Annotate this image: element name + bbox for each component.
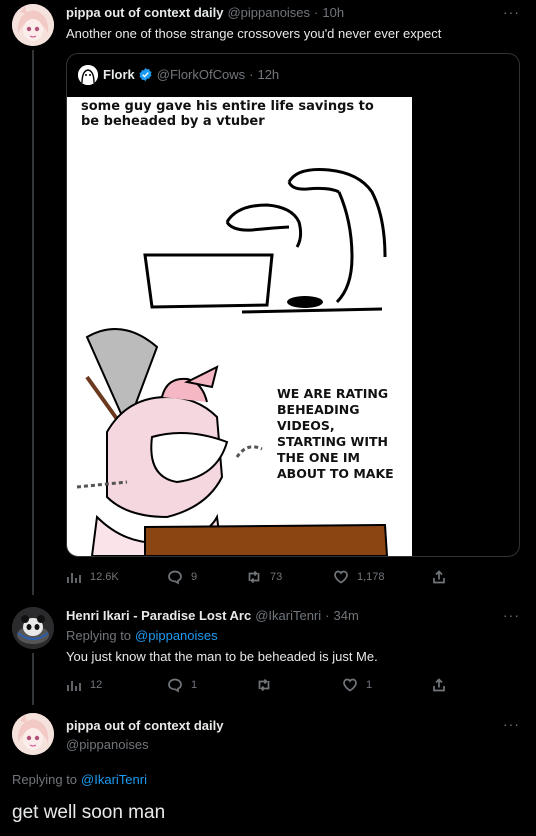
- author-name[interactable]: pippa out of context daily: [66, 718, 223, 733]
- heart-icon: [343, 678, 357, 692]
- retweet-icon: [258, 678, 270, 692]
- replying-to-label: Replying to: [12, 772, 78, 787]
- views-icon: [67, 573, 81, 583]
- share-button[interactable]: [431, 569, 447, 585]
- thread-line: [32, 50, 34, 595]
- tweet2-header: Henri Ikari - Paradise Lost Arc @IkariTe…: [66, 608, 359, 623]
- avatar[interactable]: [12, 713, 54, 755]
- quote-timestamp: 12h: [257, 67, 280, 82]
- reply-button[interactable]: 9: [167, 569, 197, 585]
- quote-author-name: Flork: [103, 67, 135, 82]
- reply-icon: [168, 570, 182, 585]
- author-handle[interactable]: @pippanoises: [66, 737, 149, 752]
- retweet-button[interactable]: [256, 677, 280, 693]
- replying-to-label: Replying to: [66, 628, 132, 643]
- views-icon: [67, 681, 81, 691]
- reply-button[interactable]: 1: [167, 677, 197, 693]
- views-button[interactable]: 12: [66, 677, 102, 693]
- tweet-text: get well soon man: [12, 802, 166, 823]
- more-options-icon[interactable]: ···: [503, 4, 520, 20]
- like-button[interactable]: 1,178: [333, 569, 385, 585]
- replying-to-link[interactable]: @IkariTenri: [81, 772, 147, 787]
- retweet-icon: [248, 570, 260, 584]
- quote-avatar: [78, 65, 98, 85]
- author-handle[interactable]: @IkariTenri: [255, 608, 321, 623]
- replying-to-link[interactable]: @pippanoises: [135, 628, 218, 643]
- views-button[interactable]: 12.6K: [66, 569, 119, 585]
- author-name[interactable]: pippa out of context daily: [66, 5, 223, 20]
- avatar[interactable]: [12, 607, 54, 649]
- share-icon: [433, 570, 445, 584]
- like-button[interactable]: 1: [342, 677, 372, 693]
- meme-speech: WE ARE RATING BEHEADING VIDEOS, STARTING…: [277, 386, 394, 481]
- share-icon: [433, 678, 445, 692]
- timestamp[interactable]: 10h: [322, 5, 344, 20]
- quote-author-handle: @FlorkOfCows: [156, 67, 246, 82]
- separator: ·: [249, 67, 254, 82]
- author-handle[interactable]: @pippanoises: [227, 5, 310, 20]
- meme-image[interactable]: some guy gave his entire life savings to…: [67, 97, 412, 556]
- timestamp[interactable]: 34m: [333, 608, 358, 623]
- retweet-button[interactable]: 73: [246, 569, 282, 585]
- replying-to: Replying to @IkariTenri: [12, 772, 147, 787]
- tweet1-header: pippa out of context daily @pippanoises …: [66, 5, 344, 20]
- heart-icon: [334, 570, 348, 584]
- separator: ·: [314, 5, 319, 20]
- flork-avatar-icon: [78, 65, 98, 85]
- quoted-tweet[interactable]: Flork @FlorkOfCows · 12h some guy gave h…: [66, 53, 520, 557]
- more-options-icon[interactable]: ···: [503, 716, 520, 732]
- thread-line: [32, 653, 34, 705]
- avatar-henri-image: [12, 607, 54, 649]
- avatar-pippa-image: [12, 4, 54, 46]
- more-options-icon[interactable]: ···: [503, 607, 520, 623]
- separator: ·: [325, 608, 330, 623]
- share-button[interactable]: [431, 677, 447, 693]
- avatar-pippa-image: [12, 713, 54, 755]
- reply-icon: [168, 678, 182, 693]
- tweet-text: You just know that the man to be beheade…: [66, 649, 378, 664]
- verified-badge-icon: [138, 67, 153, 82]
- quote-header: Flork @FlorkOfCows · 12h: [103, 67, 279, 82]
- author-name[interactable]: Henri Ikari - Paradise Lost Arc: [66, 608, 251, 623]
- replying-to: Replying to @pippanoises: [66, 628, 218, 643]
- tweet-text: Another one of those strange crossovers …: [66, 26, 442, 41]
- meme-drawing: [76, 168, 389, 556]
- avatar[interactable]: [12, 4, 54, 46]
